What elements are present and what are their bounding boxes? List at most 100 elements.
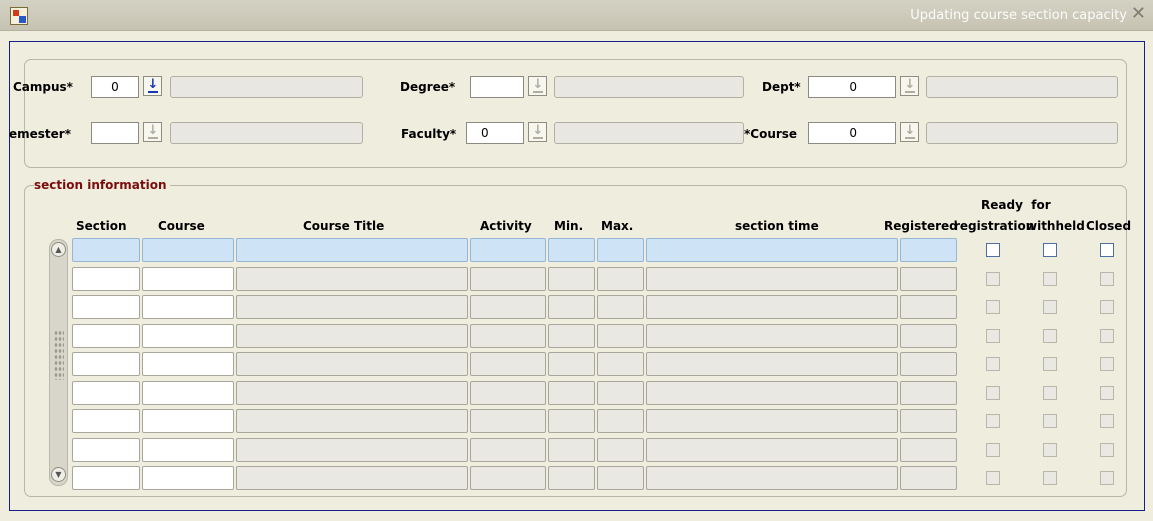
cell-min[interactable] bbox=[548, 295, 595, 319]
cell-registered[interactable] bbox=[900, 295, 957, 319]
cell-max[interactable] bbox=[597, 295, 644, 319]
cell-course[interactable] bbox=[142, 352, 234, 376]
ready-checkbox[interactable] bbox=[986, 300, 1000, 314]
cell-registered[interactable] bbox=[900, 437, 957, 462]
campus-lov-button[interactable]: ↓ bbox=[143, 76, 162, 96]
degree-lov-button[interactable]: ↓ bbox=[528, 76, 547, 96]
withheld-checkbox[interactable] bbox=[1043, 243, 1057, 257]
closed-checkbox[interactable] bbox=[1100, 385, 1114, 400]
cell-section-time[interactable] bbox=[646, 437, 898, 462]
scroll-up-icon[interactable]: ▲ bbox=[51, 242, 66, 257]
cell-section[interactable] bbox=[72, 352, 140, 376]
closed-checkbox[interactable] bbox=[1100, 357, 1114, 371]
cell-course-title[interactable] bbox=[236, 352, 468, 376]
cell-registered[interactable] bbox=[900, 380, 957, 405]
ready-checkbox[interactable] bbox=[986, 471, 1000, 485]
cell-section-time[interactable] bbox=[646, 466, 898, 490]
cell-course[interactable] bbox=[142, 466, 234, 490]
cell-course-title[interactable] bbox=[236, 466, 468, 490]
degree-input[interactable] bbox=[470, 76, 524, 98]
withheld-checkbox[interactable] bbox=[1043, 442, 1057, 457]
withheld-checkbox[interactable] bbox=[1043, 300, 1057, 314]
cell-max[interactable] bbox=[597, 238, 644, 262]
cell-activity[interactable] bbox=[470, 295, 546, 319]
semester-input[interactable] bbox=[91, 122, 139, 144]
cell-course-title[interactable] bbox=[236, 437, 468, 462]
dept-input[interactable]: 0 bbox=[808, 76, 896, 98]
cell-registered[interactable] bbox=[900, 323, 957, 348]
closed-checkbox[interactable] bbox=[1100, 300, 1114, 314]
cell-activity[interactable] bbox=[470, 437, 546, 462]
withheld-checkbox[interactable] bbox=[1043, 414, 1057, 428]
cell-min[interactable] bbox=[548, 238, 595, 262]
faculty-lov-button[interactable]: ↓ bbox=[528, 122, 547, 142]
closed-checkbox[interactable] bbox=[1100, 442, 1114, 457]
cell-min[interactable] bbox=[548, 323, 595, 348]
cell-registered[interactable] bbox=[900, 266, 957, 291]
cell-course[interactable] bbox=[142, 323, 234, 348]
close-icon[interactable]: ✕ bbox=[1131, 4, 1146, 24]
cell-section[interactable] bbox=[72, 437, 140, 462]
dept-lov-button[interactable]: ↓ bbox=[900, 76, 919, 96]
cell-course-title[interactable] bbox=[236, 238, 468, 262]
cell-section[interactable] bbox=[72, 380, 140, 405]
cell-registered[interactable] bbox=[900, 352, 957, 376]
cell-section-time[interactable] bbox=[646, 323, 898, 348]
cell-section[interactable] bbox=[72, 266, 140, 291]
cell-activity[interactable] bbox=[470, 266, 546, 291]
course-lov-button[interactable]: ↓ bbox=[900, 122, 919, 142]
cell-max[interactable] bbox=[597, 352, 644, 376]
cell-course-title[interactable] bbox=[236, 323, 468, 348]
campus-input[interactable]: 0 bbox=[91, 76, 139, 98]
cell-course[interactable] bbox=[142, 266, 234, 291]
ready-checkbox[interactable] bbox=[986, 243, 1000, 257]
cell-max[interactable] bbox=[597, 466, 644, 490]
withheld-checkbox[interactable] bbox=[1043, 357, 1057, 371]
cell-activity[interactable] bbox=[470, 466, 546, 490]
cell-max[interactable] bbox=[597, 409, 644, 433]
cell-min[interactable] bbox=[548, 466, 595, 490]
cell-course-title[interactable] bbox=[236, 409, 468, 433]
cell-min[interactable] bbox=[548, 437, 595, 462]
withheld-checkbox[interactable] bbox=[1043, 271, 1057, 286]
cell-activity[interactable] bbox=[470, 323, 546, 348]
cell-registered[interactable] bbox=[900, 466, 957, 490]
cell-activity[interactable] bbox=[470, 380, 546, 405]
semester-lov-button[interactable]: ↓ bbox=[143, 122, 162, 142]
ready-checkbox[interactable] bbox=[986, 414, 1000, 428]
cell-min[interactable] bbox=[548, 409, 595, 433]
cell-course-title[interactable] bbox=[236, 295, 468, 319]
cell-activity[interactable] bbox=[470, 352, 546, 376]
withheld-checkbox[interactable] bbox=[1043, 471, 1057, 485]
scroll-down-icon[interactable]: ▼ bbox=[51, 467, 66, 482]
ready-checkbox[interactable] bbox=[986, 385, 1000, 400]
ready-checkbox[interactable] bbox=[986, 328, 1000, 343]
cell-section[interactable] bbox=[72, 295, 140, 319]
cell-registered[interactable] bbox=[900, 238, 957, 262]
closed-checkbox[interactable] bbox=[1100, 471, 1114, 485]
cell-activity[interactable] bbox=[470, 238, 546, 262]
cell-course[interactable] bbox=[142, 437, 234, 462]
cell-section-time[interactable] bbox=[646, 238, 898, 262]
cell-course[interactable] bbox=[142, 238, 234, 262]
closed-checkbox[interactable] bbox=[1100, 328, 1114, 343]
cell-max[interactable] bbox=[597, 266, 644, 291]
cell-section-time[interactable] bbox=[646, 352, 898, 376]
cell-section[interactable] bbox=[72, 466, 140, 490]
cell-max[interactable] bbox=[597, 437, 644, 462]
scroll-grip[interactable] bbox=[54, 330, 64, 380]
cell-course-title[interactable] bbox=[236, 266, 468, 291]
cell-course-title[interactable] bbox=[236, 380, 468, 405]
ready-checkbox[interactable] bbox=[986, 357, 1000, 371]
cell-min[interactable] bbox=[548, 352, 595, 376]
withheld-checkbox[interactable] bbox=[1043, 385, 1057, 400]
cell-activity[interactable] bbox=[470, 409, 546, 433]
ready-checkbox[interactable] bbox=[986, 271, 1000, 286]
closed-checkbox[interactable] bbox=[1100, 271, 1114, 286]
cell-max[interactable] bbox=[597, 323, 644, 348]
ready-checkbox[interactable] bbox=[986, 442, 1000, 457]
cell-course[interactable] bbox=[142, 380, 234, 405]
cell-section-time[interactable] bbox=[646, 266, 898, 291]
faculty-input[interactable]: 0 bbox=[466, 122, 524, 144]
cell-section[interactable] bbox=[72, 409, 140, 433]
